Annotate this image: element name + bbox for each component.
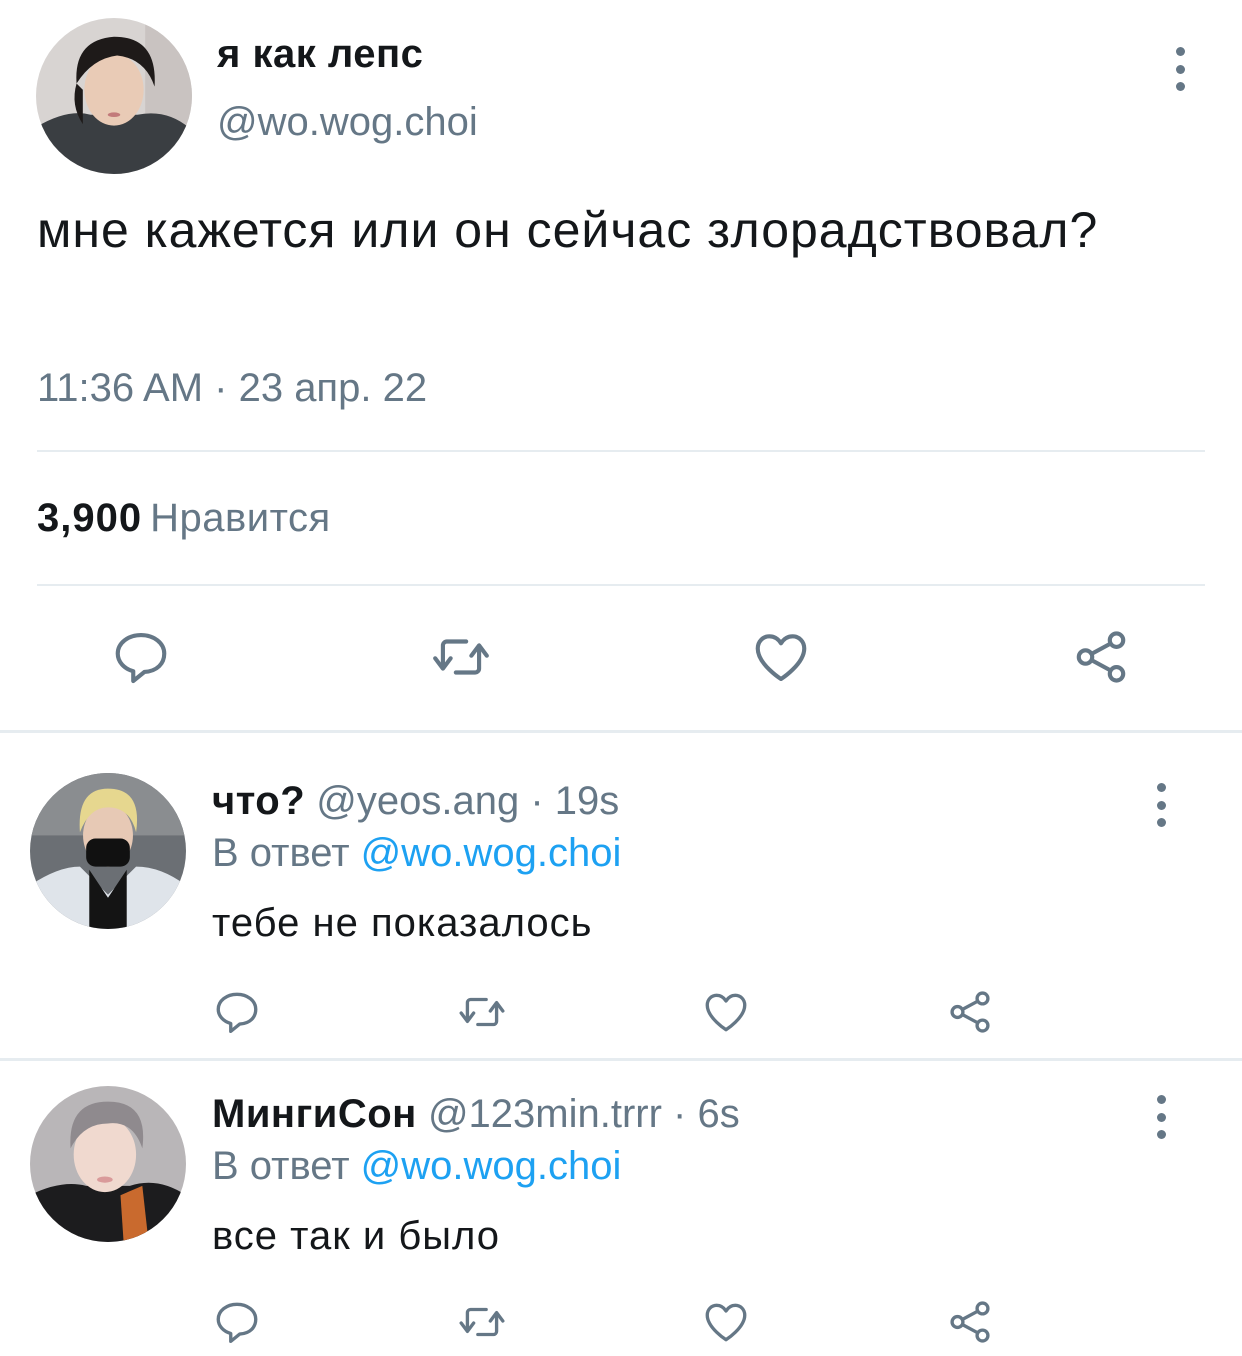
share-icon[interactable] [945,1297,995,1347]
likes-count: 3,900 [37,496,143,540]
reply-avatar[interactable] [30,773,186,929]
reply-to-label: В ответ [212,1144,350,1188]
reply-header: МингиСон @123min.trrr · 6s [212,1092,740,1137]
like-icon[interactable] [701,1297,751,1347]
reply-to-handle-link[interactable]: @wo.wog.choi [361,1144,622,1188]
author-avatar[interactable] [36,18,192,174]
reply-icon[interactable] [212,987,262,1037]
reply-handle-time[interactable]: @123min.trrr · 6s [428,1092,740,1136]
more-vertical-icon[interactable] [1170,47,1190,91]
reply-header: что? @yeos.ang · 19s [212,779,619,824]
reply-to-handle-link[interactable]: @wo.wog.choi [361,831,622,875]
share-icon[interactable] [945,987,995,1037]
reply-text: тебе не показалось [212,901,593,945]
share-icon[interactable] [1070,626,1132,688]
like-icon[interactable] [750,626,812,688]
tweet-text: мне кажется или он сейчас злорадствовал? [37,202,1099,258]
retweet-icon[interactable] [454,987,510,1037]
author-display-name[interactable]: я как лепс [217,32,423,77]
reply-avatar[interactable] [30,1086,186,1242]
reply-icon[interactable] [212,1297,262,1347]
reply-to-label: В ответ [212,831,350,875]
like-icon[interactable] [701,987,751,1037]
author-handle[interactable]: @wo.wog.choi [217,100,478,145]
likes-stat[interactable]: 3,900 Нравится [37,496,331,541]
reply-icon[interactable] [110,626,172,688]
divider [37,450,1205,452]
retweet-icon[interactable] [454,1297,510,1347]
retweet-icon[interactable] [426,626,496,688]
reply-handle-time[interactable]: @yeos.ang · 19s [316,779,619,823]
reply-to-line: В ответ @wo.wog.choi [212,831,621,876]
more-vertical-icon[interactable] [1151,783,1171,827]
reply-tweet[interactable]: что? @yeos.ang · 19s В ответ @wo.wog.cho… [0,733,1242,1058]
reply-to-line: В ответ @wo.wog.choi [212,1144,621,1189]
reply-display-name[interactable]: МингиСон [212,1092,417,1136]
main-tweet: я как лепс @wo.wog.choi мне кажется или … [0,0,1242,730]
divider [37,584,1205,586]
tweet-timestamp: 11:36 AM · 23 апр. 22 [37,366,428,410]
more-vertical-icon[interactable] [1151,1095,1171,1139]
reply-text: все так и было [212,1214,501,1258]
reply-tweet[interactable]: МингиСон @123min.trrr · 6s В ответ @wo.w… [0,1061,1242,1356]
reply-display-name[interactable]: что? [212,779,305,823]
likes-label: Нравится [150,496,331,540]
